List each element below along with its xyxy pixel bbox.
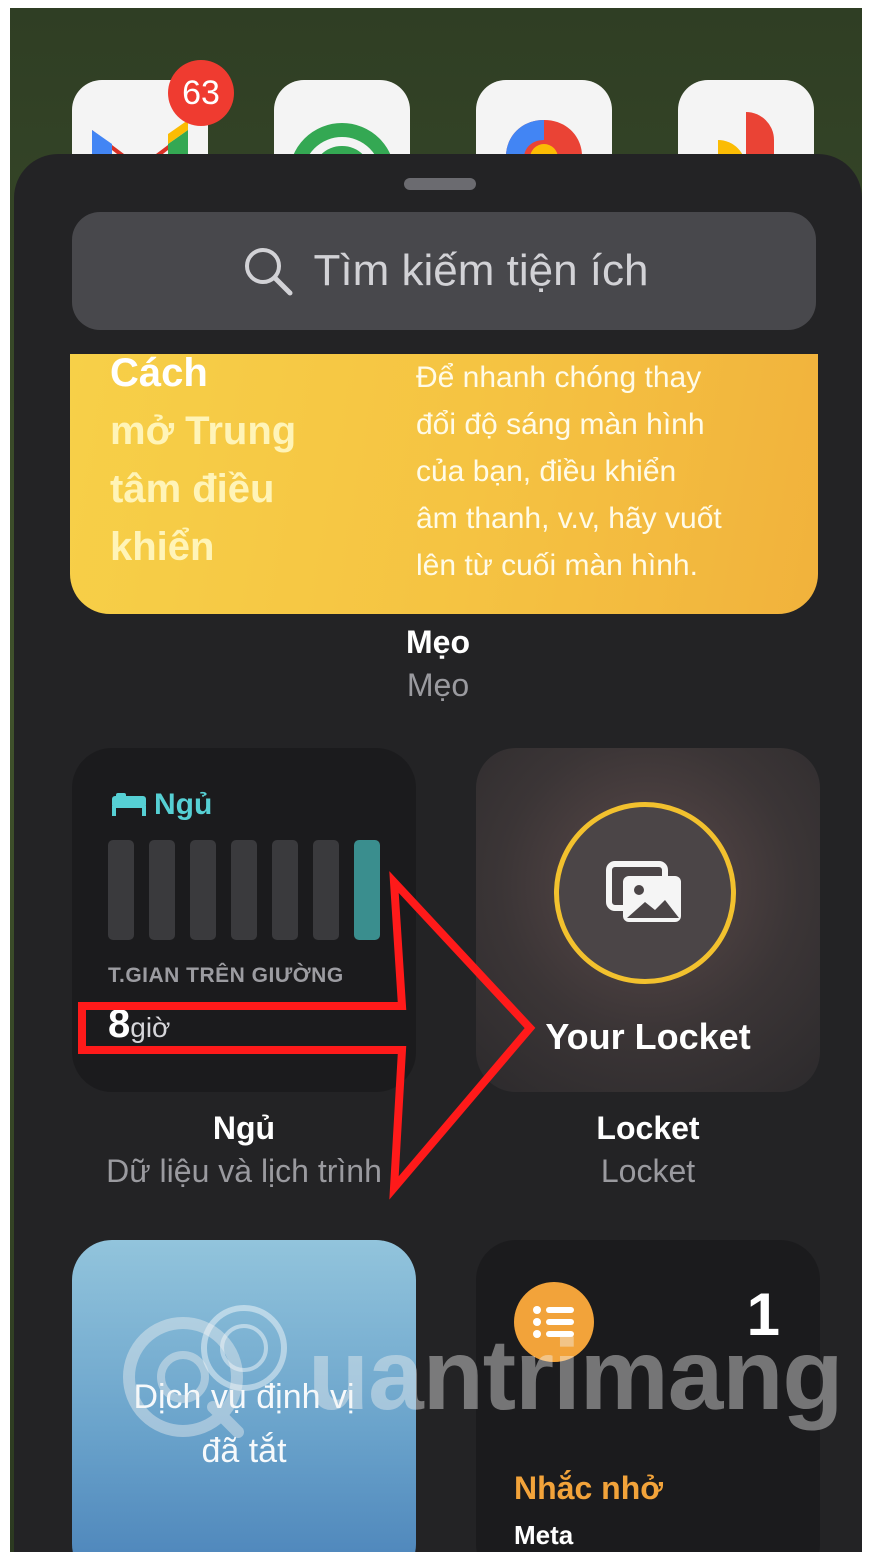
- sheet-grabber[interactable]: [404, 178, 476, 190]
- screenshot-frame: 63 Tìm kiếm tiện ích Cách mở Trung tâm đ…: [0, 0, 870, 1552]
- location-text: Dịch vụ định vị đã tắt: [72, 1370, 416, 1478]
- sleep-value-unit: giờ: [130, 1012, 171, 1043]
- reminders-count: 1: [746, 1281, 780, 1348]
- tips-heading: Cách mở Trung tâm điều khiển: [110, 354, 360, 576]
- tips-heading-line: mở Trung: [110, 409, 297, 453]
- sleep-bar: [231, 840, 257, 940]
- list-icon: [514, 1282, 594, 1362]
- bed-icon: [112, 793, 146, 816]
- sleep-label: T.GIAN TRÊN GIƯỜNG: [108, 964, 344, 987]
- tips-caption-subtitle: Mẹo: [406, 667, 470, 703]
- tips-heading-line: Cách: [110, 354, 208, 395]
- reminders-widget[interactable]: 1 Nhắc nhở Meta: [476, 1240, 820, 1552]
- sleep-value-number: 8: [108, 1002, 131, 1046]
- search-icon: [244, 248, 293, 296]
- tips-caption-title: Mẹo: [406, 624, 470, 660]
- sleep-caption-title: Ngủ: [212, 1110, 276, 1146]
- sleep-bar: [354, 840, 380, 940]
- location-widget[interactable]: Dịch vụ định vị đã tắt: [72, 1240, 416, 1552]
- mail-badge: 63: [168, 60, 234, 126]
- reminders-title: Nhắc nhở: [514, 1470, 663, 1506]
- search-placeholder: Tìm kiếm tiện ích: [313, 246, 649, 295]
- locket-caption: Locket Locket: [418, 1110, 862, 1190]
- tips-widget[interactable]: Cách mở Trung tâm điều khiển Để nhanh ch…: [70, 354, 818, 614]
- tips-body-line: lên từ cuối màn hình.: [416, 549, 698, 582]
- search-field[interactable]: Tìm kiếm tiện ích: [72, 212, 816, 330]
- tips-body-line: đổi độ sáng màn hình: [416, 408, 705, 441]
- sleep-caption-subtitle: Dữ liệu và lịch trình: [106, 1153, 382, 1189]
- sleep-header: Ngủ: [110, 788, 212, 822]
- tips-body-line: Để nhanh chóng thay: [416, 361, 702, 394]
- sleep-bar: [190, 840, 216, 940]
- locket-caption-subtitle: Locket: [600, 1153, 696, 1189]
- tips-heading-line: khiển: [110, 525, 215, 569]
- tips-body-line: âm thanh, v.v, hãy vuốt: [416, 502, 722, 535]
- reminders-subtitle: Meta: [514, 1520, 574, 1550]
- locket-caption-title: Locket: [596, 1110, 700, 1146]
- locket-ring: [554, 802, 736, 984]
- sleep-bar: [149, 840, 175, 940]
- photos-icon: [606, 861, 681, 922]
- tips-caption: Mẹo Mẹo: [14, 624, 862, 704]
- sleep-bar: [313, 840, 339, 940]
- widget-list[interactable]: Cách mở Trung tâm điều khiển Để nhanh ch…: [14, 354, 862, 1552]
- tips-body: Để nhanh chóng thay đổi độ sáng màn hình…: [416, 354, 796, 589]
- sleep-bar: [108, 840, 134, 940]
- sleep-caption: Ngủ Dữ liệu và lịch trình: [14, 1110, 474, 1190]
- location-text-line: đã tắt: [201, 1432, 287, 1470]
- sleep-bar: [272, 840, 298, 940]
- sleep-value: 8giờ: [108, 1002, 170, 1047]
- tips-body-line: của bạn, điều khiển: [416, 455, 677, 488]
- home-screen: 63 Tìm kiếm tiện ích Cách mở Trung tâm đ…: [10, 8, 862, 1552]
- widget-gallery-sheet: Tìm kiếm tiện ích Cách mở Trung tâm điều…: [14, 154, 862, 1552]
- location-text-line: Dịch vụ định vị: [133, 1378, 355, 1416]
- sleep-widget[interactable]: Ngủ T.GIAN TRÊN GIƯỜNG 8giờ: [72, 748, 416, 1092]
- locket-title: Your Locket: [545, 1016, 751, 1057]
- sleep-header-label: Ngủ: [154, 788, 213, 821]
- sleep-bars: [108, 840, 380, 940]
- locket-widget[interactable]: Your Locket: [476, 748, 820, 1092]
- tips-heading-line: tâm điều: [110, 467, 275, 511]
